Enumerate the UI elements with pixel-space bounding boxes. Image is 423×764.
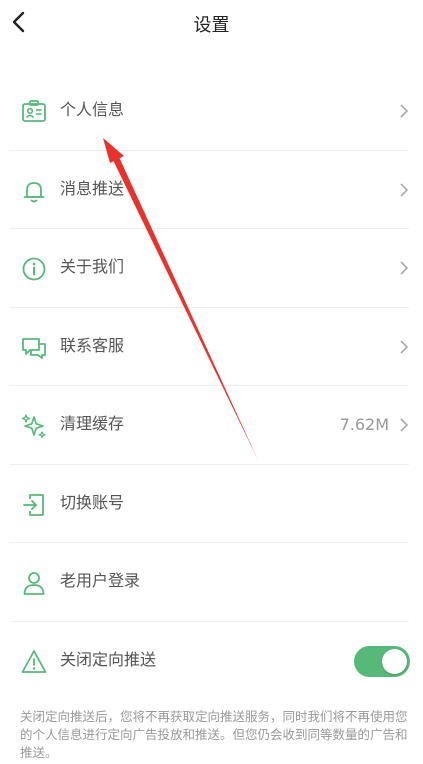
chat-icon xyxy=(22,337,46,359)
menu-item-label: 老用户登录 xyxy=(60,571,141,590)
menu-item-label: 个人信息 xyxy=(60,100,125,119)
bell-icon xyxy=(23,181,45,202)
menu-item-personal-info[interactable]: 个人信息 xyxy=(0,72,423,151)
warning-triangle-icon xyxy=(21,649,47,673)
menu-item-message-push[interactable]: 消息推送 xyxy=(0,151,423,229)
menu-item-contact-service[interactable]: 联系客服 xyxy=(0,308,423,386)
switch-account-icon xyxy=(23,493,44,516)
menu-item-label: 关闭定向推送 xyxy=(60,649,157,669)
menu-item-switch-account[interactable]: 切换账号 xyxy=(0,465,423,543)
menu-item-label: 关于我们 xyxy=(60,257,125,276)
menu-item-old-user-login[interactable]: 老用户登录 xyxy=(0,543,423,622)
cache-size-value: 7.62M xyxy=(339,415,389,434)
targeted-push-note: 关闭定向推送后，您将不再获取定向推送服务，同时我们将不再使用您的个人信息进行定向… xyxy=(20,709,408,760)
settings-menu: 个人信息 消息推送 关于我们 联系客服 清理缓存 7.62M 切换账号 老用户登… xyxy=(0,72,423,700)
info-icon xyxy=(22,257,46,281)
chevron-right-icon xyxy=(400,104,409,118)
id-card-icon xyxy=(22,100,46,122)
toggle-knob xyxy=(382,648,407,674)
chevron-right-icon xyxy=(400,261,409,275)
menu-item-about-us[interactable]: 关于我们 xyxy=(0,229,423,308)
user-icon xyxy=(23,572,45,595)
header: 设置 xyxy=(0,0,423,44)
sparkle-icon xyxy=(21,414,46,439)
menu-item-disable-targeted-push: 关闭定向推送 xyxy=(0,622,423,701)
menu-item-clear-cache[interactable]: 清理缓存 7.62M xyxy=(0,386,423,465)
chevron-right-icon xyxy=(400,339,409,354)
menu-item-label: 消息推送 xyxy=(60,178,125,198)
targeted-push-toggle[interactable] xyxy=(354,645,410,677)
chevron-right-icon xyxy=(400,418,409,432)
page-title: 设置 xyxy=(193,15,230,36)
chevron-right-icon xyxy=(400,182,409,197)
menu-item-label: 清理缓存 xyxy=(60,414,125,433)
menu-item-label: 切换账号 xyxy=(60,492,125,512)
menu-item-label: 联系客服 xyxy=(60,335,125,355)
